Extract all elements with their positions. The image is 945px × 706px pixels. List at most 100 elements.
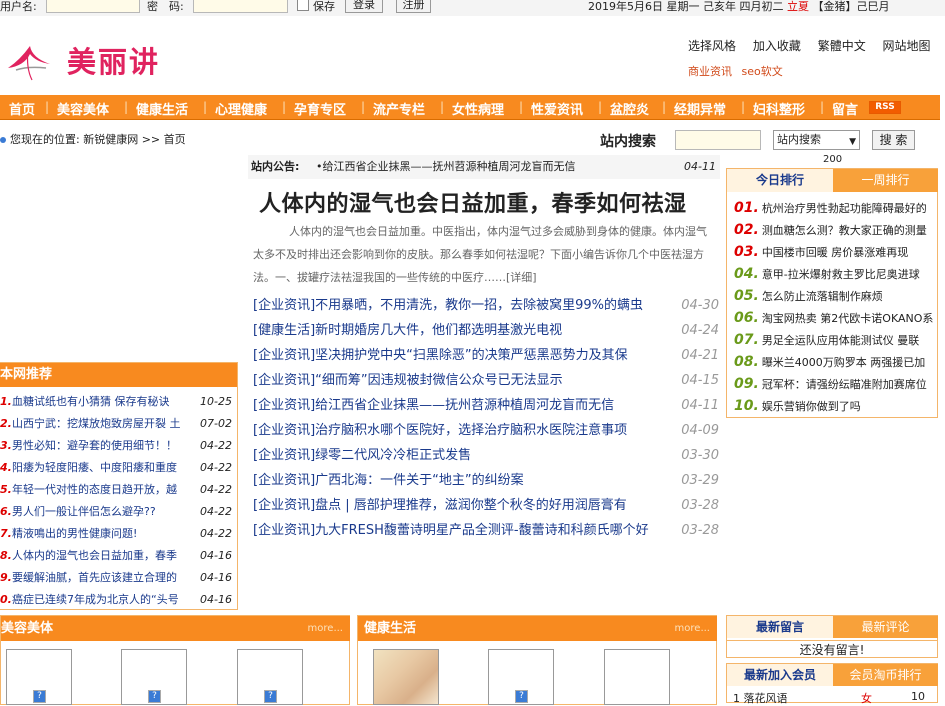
news-link[interactable]: [企业资讯]九大FRESH馥蕾诗明星产品全测评-馥蕾诗和科颜氏哪个好 <box>253 518 677 543</box>
health-more-link[interactable]: more... <box>675 616 710 641</box>
ranking-link[interactable]: 娱乐营销你做到了吗 <box>762 400 861 413</box>
ranking-link[interactable]: 测血糖怎么测？教大家正确的测量 <box>762 224 927 237</box>
headline-title[interactable]: 人体内的湿气也会日益加重，春季如何祛湿 <box>259 186 687 218</box>
search-button[interactable]: 搜 索 <box>872 130 915 150</box>
ranking-link[interactable]: 意甲-拉米爆射救主罗比尼奥进球 <box>762 268 920 281</box>
ranking-link[interactable]: 中国楼市回暖 房价暴涨难再现 <box>762 246 909 259</box>
news-date: 03-30 <box>681 448 719 463</box>
tab-member-coins[interactable]: 会员淘币排行 <box>833 664 938 686</box>
notice-date: 04-11 <box>684 160 716 173</box>
style-link[interactable]: 选择风格 <box>688 39 736 53</box>
nav-pelvic[interactable]: 盆腔炎 <box>610 99 649 118</box>
recommend-link[interactable]: 要缓解油腻，首先应该建立合理的 <box>12 567 196 589</box>
ranking-link[interactable]: 怎么防止流落辑制作麻烦 <box>762 290 883 303</box>
ranking-link[interactable]: 男足全运队应用体能测试仪 曼联 <box>762 334 920 347</box>
site-logo[interactable]: 美丽讲 <box>67 39 160 81</box>
rank-number: 09. <box>734 376 759 392</box>
recommend-link[interactable]: 山西宁武：挖煤放炮致房屋开裂 土 <box>12 413 196 435</box>
recommend-link[interactable]: 男性必知：避孕套的使用细节！！ <box>12 435 196 457</box>
recommend-link[interactable]: 血糖试纸也有小猜猜 保存有秘诀 <box>12 391 196 413</box>
news-date: 04-09 <box>681 423 719 438</box>
search-input[interactable] <box>675 130 761 150</box>
news-link[interactable]: [企业资讯]广西北海：一件关于“地主”的纠纷案 <box>253 468 677 493</box>
list-item: 3. 男性必知：避孕套的使用细节！！ 04-22 <box>0 435 236 457</box>
member-name[interactable]: 1 落花风语 <box>733 692 788 705</box>
nav-separator: | <box>124 100 129 114</box>
list-item: 05. 怎么防止流落辑制作麻烦 <box>734 285 938 307</box>
ranking-link[interactable]: 淘宝网热卖 第2代欧卡诺OKANO系 <box>762 312 934 325</box>
beauty-more-link[interactable]: more... <box>308 616 343 641</box>
news-link[interactable]: [企业资讯]绿零二代风冷冷柜正式发售 <box>253 443 677 468</box>
nav-sex-news[interactable]: 性爱资讯 <box>531 99 583 118</box>
tab-week-ranking[interactable]: 一周排行 <box>833 169 938 192</box>
nav-pregnancy[interactable]: 孕育专区 <box>294 99 346 118</box>
news-link[interactable]: [企业资讯]“细而筹”因违规被封微信公众号已无法显示 <box>253 368 677 393</box>
news-link[interactable]: [健康生活]新时期婚房几大件，他们都选明基激光电视 <box>253 318 677 343</box>
save-label: 保存 <box>313 0 335 13</box>
save-checkbox[interactable] <box>297 0 309 11</box>
rank-number: 03. <box>734 244 759 260</box>
news-date: 04-11 <box>681 398 719 413</box>
seo-link[interactable]: seo软文 <box>742 65 783 78</box>
tab-today-ranking[interactable]: 今日排行 <box>727 169 833 192</box>
breadcrumb: 您现在的位置: 新锐健康网 >> 首页 <box>0 131 186 147</box>
rank-number: 05. <box>734 288 759 304</box>
list-item: 07. 男足全运队应用体能测试仪 曼联 <box>734 329 938 351</box>
thumbnail-image[interactable]: ? <box>6 649 72 705</box>
ranking-link[interactable]: 曝米兰4000万购罗本 两强援已加 <box>762 356 926 369</box>
tab-latest-comments[interactable]: 最新评论 <box>833 616 938 638</box>
register-button[interactable]: 注册 <box>396 0 431 13</box>
ranking-link[interactable]: 冠军杯：请强纷纭瞄准附加赛席位 <box>762 378 927 391</box>
news-link[interactable]: [企业资讯]坚决拥护党中央“扫黑除恶”的决策严惩黑恶势力及其保 <box>253 343 677 368</box>
date-display: 2019年5月6日 星期一 己亥年 四月初二 立夏 【金猪】己巳月 <box>588 0 889 14</box>
recommend-link[interactable]: 阳痿为轻度阳痿、中度阳痿和重度 <box>12 457 196 479</box>
recommend-link[interactable]: 癌症已连续7年成为北京人的“头号 <box>12 589 196 611</box>
member-gender: 女 <box>861 692 872 705</box>
thumbnail-image[interactable]: ? <box>488 649 554 705</box>
nav-home[interactable]: 首页 <box>9 99 35 118</box>
breadcrumb-site[interactable]: 新锐健康网 <box>83 133 138 146</box>
traditional-link[interactable]: 繁體中文 <box>818 39 866 53</box>
recommend-link[interactable]: 人体内的湿气也会日益加重，春季 <box>12 545 196 567</box>
nav-separator: | <box>820 100 825 114</box>
recommend-link[interactable]: 精液鳴出的男性健康问题! <box>12 523 196 545</box>
nav-mental[interactable]: 心理健康 <box>215 99 267 118</box>
list-item: 04. 意甲-拉米爆射救主罗比尼奥进球 <box>734 263 938 285</box>
list-item: 10. 娱乐营销你做到了吗 <box>734 395 938 417</box>
recommend-link[interactable]: 男人们一般让伴侣怎么避孕?? <box>12 501 196 523</box>
favorite-link[interactable]: 加入收藏 <box>753 39 801 53</box>
news-link[interactable]: [企业资讯]不用暴晒，不用清洗，教你一招，去除被窝里99%的螨虫 <box>253 293 677 318</box>
news-link[interactable]: [企业资讯]盘点 | 唇部护理推荐，滋润你整个秋冬的好用润唇膏有 <box>253 493 677 518</box>
thumbnail-image[interactable]: ? <box>237 649 303 705</box>
login-button[interactable]: 登录 <box>345 0 383 13</box>
notice-link[interactable]: •给江西省企业抹黑——抚州苕源种植周河龙盲而无信 <box>316 155 576 179</box>
nav-menstrual[interactable]: 经期异常 <box>674 99 726 118</box>
nav-health[interactable]: 健康生活 <box>136 99 188 118</box>
nav-guestbook[interactable]: 留言 <box>832 99 858 118</box>
recommend-date: 04-16 <box>200 571 232 584</box>
search-scope-select[interactable]: 站内搜索 ▼ <box>773 130 860 150</box>
nav-plastic[interactable]: 妇科整形 <box>753 99 805 118</box>
member-count: 10 <box>911 690 925 703</box>
rss-icon[interactable]: RSS <box>869 101 901 114</box>
news-link[interactable]: [企业资讯]给江西省企业抹黑——抚州苕源种植周河龙盲而无信 <box>253 393 677 418</box>
logo-icon[interactable] <box>6 38 54 82</box>
thumbnail-image[interactable]: ? <box>121 649 187 705</box>
tab-new-members[interactable]: 最新加入会员 <box>727 664 833 686</box>
password-input[interactable] <box>193 0 288 13</box>
news-row: [企业资讯]绿零二代风冷冷柜正式发售 03-30 <box>253 443 719 468</box>
username-input[interactable] <box>46 0 140 13</box>
breadcrumb-page[interactable]: 首页 <box>164 133 186 146</box>
nav-abortion[interactable]: 流产专栏 <box>373 99 425 118</box>
news-link[interactable]: [企业资讯]治疗脑积水哪个医院好，选择治疗脑积水医院注意事项 <box>253 418 677 443</box>
ranking-link[interactable]: 杭州治疗男性勃起功能障碍最好的 <box>762 202 927 215</box>
business-news-link[interactable]: 商业资讯 <box>688 65 732 78</box>
thumbnail-image[interactable] <box>373 649 439 705</box>
recommend-link[interactable]: 年轻一代对性的态度日趋开放，越 <box>12 479 196 501</box>
nav-beauty[interactable]: 美容美体 <box>57 99 109 118</box>
sitemap-link[interactable]: 网站地图 <box>883 39 931 53</box>
nav-separator: | <box>598 100 603 114</box>
nav-pathology[interactable]: 女性病理 <box>452 99 504 118</box>
tab-latest-messages[interactable]: 最新留言 <box>727 616 833 638</box>
thumbnail-image[interactable] <box>604 649 670 705</box>
